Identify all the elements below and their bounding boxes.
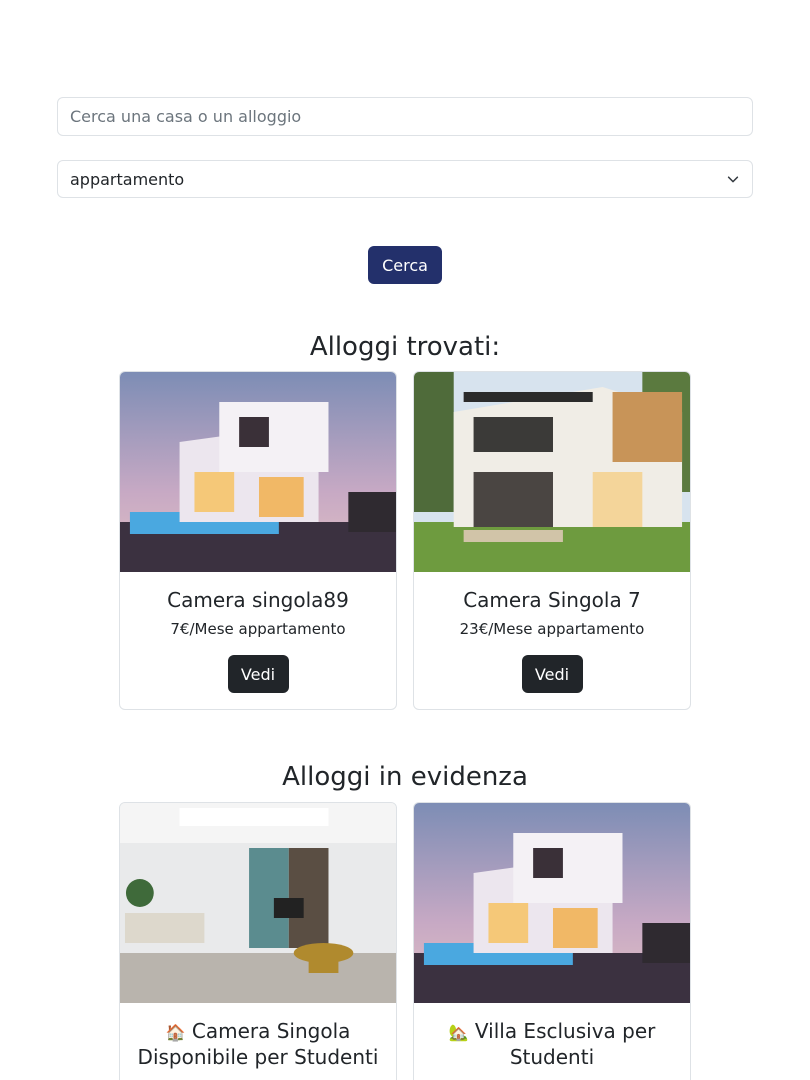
chevron-down-icon: [727, 176, 739, 183]
type-select-value: appartamento: [70, 169, 185, 189]
listing-price: 7€/Mese appartamento: [170, 620, 346, 638]
view-button[interactable]: Vedi: [227, 655, 289, 693]
listing-title: Camera singola89: [167, 588, 349, 612]
listing-card: Camera singola89 7€/Mese appartamento Ve…: [119, 371, 397, 710]
search-input[interactable]: [57, 97, 753, 136]
featured-title: Alloggi in evidenza: [282, 762, 528, 792]
listing-price: 23€/Mese appartamento: [459, 620, 645, 638]
listing-image: [120, 372, 396, 572]
view-button[interactable]: Vedi: [521, 655, 583, 693]
listing-card: Camera Singola 7 23€/Mese appartamento V…: [413, 371, 691, 710]
featured-image: [414, 803, 690, 1003]
house-icon: 🏠: [165, 1023, 186, 1042]
featured-card: 🏠 Camera Singola Disponibile per Student…: [119, 802, 397, 1080]
found-title: Alloggi trovati:: [309, 332, 501, 362]
type-select[interactable]: appartamento: [57, 160, 753, 198]
search-button[interactable]: Cerca: [368, 246, 442, 284]
featured-title-text: 🏠 Camera Singola Disponibile per Student…: [137, 1019, 379, 1069]
featured-card: 🏡 Villa Esclusiva per Studenti: [413, 802, 691, 1080]
featured-title-text: 🏡 Villa Esclusiva per Studenti: [448, 1019, 656, 1069]
house-icon: 🏡: [448, 1023, 469, 1042]
featured-image: [120, 803, 396, 1003]
listing-image: [414, 372, 690, 572]
listing-title: Camera Singola 7: [463, 588, 641, 612]
